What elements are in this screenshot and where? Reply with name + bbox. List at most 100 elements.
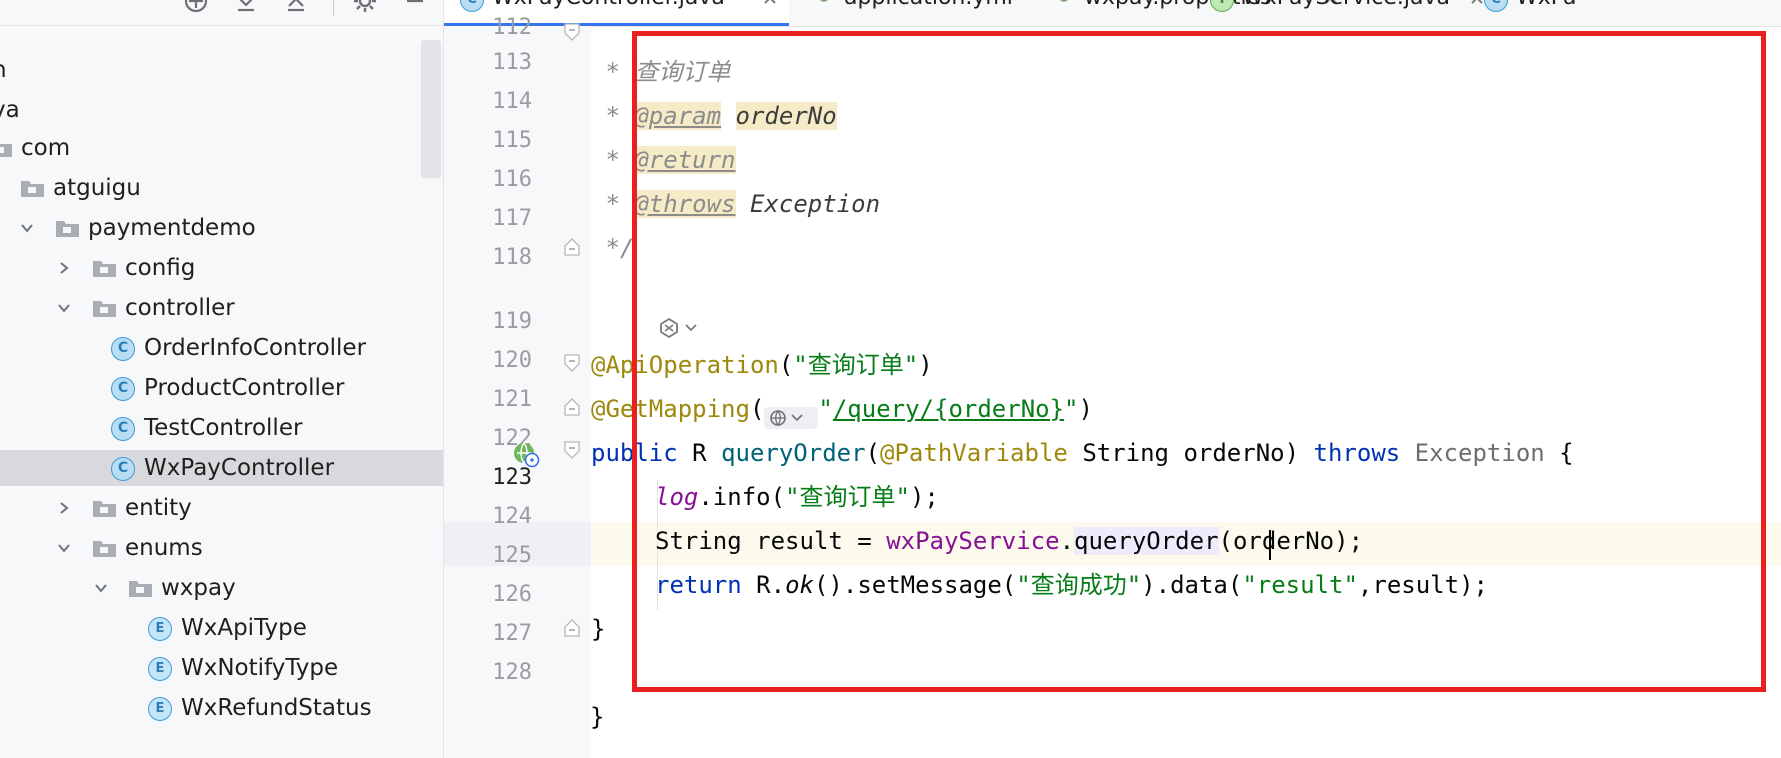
tree-item-wxpay[interactable]: wxpay	[0, 570, 443, 606]
tree-item-wxpaycontroller[interactable]: C WxPayController	[0, 450, 443, 486]
collapse-all-icon[interactable]	[283, 0, 309, 14]
tree-item-label: com	[21, 135, 71, 161]
fold-marker-icon[interactable]	[564, 23, 580, 41]
tree-item-label: enums	[125, 535, 203, 561]
class-icon: C	[111, 457, 135, 481]
folder-icon	[129, 581, 152, 597]
folder-icon	[93, 261, 116, 277]
tree-item-label: config	[125, 255, 196, 281]
chevron-right-icon[interactable]	[57, 501, 71, 515]
tree-item-wxapitype[interactable]: E WxApiType	[0, 610, 443, 646]
class-icon: C	[111, 337, 135, 361]
line-number[interactable]: 117	[444, 197, 532, 241]
fold-end-marker-icon[interactable]	[564, 619, 580, 637]
doc-comment-star: *	[591, 190, 635, 218]
folder-icon	[56, 221, 79, 237]
tab-application-yml[interactable]: ⚙ application.yml	[804, 0, 1064, 26]
locate-icon[interactable]	[183, 0, 209, 14]
chevron-down-icon[interactable]	[57, 301, 71, 315]
folder-icon	[21, 181, 44, 197]
line-number[interactable]: 124	[444, 495, 532, 539]
tree-item-label: TestController	[144, 415, 303, 441]
line-number[interactable]: 126	[444, 573, 532, 617]
tab-label: application.yml	[844, 0, 1013, 12]
brace: }	[591, 615, 606, 643]
gear-icon[interactable]	[352, 0, 378, 14]
fold-marker-icon[interactable]	[564, 354, 580, 372]
tree-item-label: OrderInfoController	[144, 335, 367, 361]
toolbar-separator	[333, 0, 334, 16]
tree-item-label: va	[0, 97, 20, 123]
tree-item-entity[interactable]: entity	[0, 490, 443, 526]
line-number[interactable]: 115	[444, 119, 532, 163]
chevron-right-icon[interactable]	[57, 261, 71, 275]
chevron-down-icon[interactable]	[57, 541, 71, 555]
line-number[interactable]: 121	[444, 378, 532, 422]
code-line-117[interactable]: */	[591, 226, 634, 270]
chevron-down-icon[interactable]	[94, 581, 108, 595]
class-icon: C	[111, 377, 135, 401]
tree-item-orderinfocontroller[interactable]: C OrderInfoController	[0, 330, 443, 366]
class-icon: C	[111, 417, 135, 441]
red-highlight-box	[632, 31, 1766, 692]
tree-item-label: n	[0, 52, 7, 88]
doc-comment-star: *	[591, 146, 635, 174]
tree-item-label: WxRefundStatus	[181, 695, 372, 721]
tab-label: WxPayService.java	[1242, 0, 1450, 12]
code-line-127[interactable]: }	[590, 695, 604, 739]
tree-item-label: controller	[125, 295, 235, 321]
tree-item-wxrefundstatus[interactable]: E WxRefundStatus	[0, 690, 443, 726]
tab-label: WxPa	[1516, 0, 1577, 12]
editor-tabs: C WxPayController.java ⚙ application.yml…	[444, 0, 1781, 27]
tree-item-enums[interactable]: enums	[0, 530, 443, 566]
tree-item-productcontroller[interactable]: C ProductController	[0, 370, 443, 406]
line-number[interactable]: 116	[444, 158, 532, 202]
line-number[interactable]: 128	[444, 651, 532, 695]
close-icon[interactable]	[761, 0, 779, 7]
fold-marker-icon[interactable]	[564, 441, 580, 459]
tree-item-label: wxpay	[161, 575, 236, 601]
fold-end-marker-icon[interactable]	[564, 398, 580, 416]
enum-icon: E	[148, 617, 172, 641]
tree-item-config[interactable]: config	[0, 250, 443, 286]
tree-item-label: paymentdemo	[88, 215, 256, 241]
line-number[interactable]: 125	[444, 534, 532, 578]
tree-item-testcontroller[interactable]: C TestController	[0, 410, 443, 446]
project-toolbar	[0, 0, 443, 26]
project-tree-panel: n vacom atguigu paymentdemo config controller…	[0, 0, 444, 758]
tree-item-label: atguigu	[53, 175, 141, 201]
brace: }	[590, 703, 605, 731]
tree-item-label: entity	[125, 495, 192, 521]
line-number[interactable]: 119	[444, 300, 532, 344]
folder-icon	[93, 541, 116, 557]
tree-item-controller[interactable]: controller	[0, 290, 443, 326]
gear-leaf-icon: ⚙	[812, 0, 836, 12]
tree-item-label: ProductController	[144, 375, 345, 401]
tree-item-com[interactable]: com	[0, 130, 443, 166]
tree-item-n[interactable]: n	[0, 52, 443, 88]
tree-scrollbar[interactable]	[421, 40, 441, 178]
line-number[interactable]: 127	[444, 612, 532, 656]
line-number[interactable]: 113	[444, 41, 532, 85]
tree-item-paymentdemo[interactable]: paymentdemo	[0, 210, 443, 246]
folder-icon	[93, 501, 116, 517]
tree-item-label: WxPayController	[144, 455, 335, 481]
line-number[interactable]: 118	[444, 236, 532, 280]
code-line-125[interactable]: }	[591, 607, 605, 651]
tab-wxpa[interactable]: C WxPa	[1466, 0, 1781, 26]
gear-leaf-icon: ⚙	[1052, 0, 1076, 12]
enum-icon: E	[148, 697, 172, 721]
web-endpoint-icon[interactable]	[512, 440, 540, 468]
tree-item-wxnotifytype[interactable]: E WxNotifyType	[0, 650, 443, 686]
tree-item-va[interactable]: va	[0, 92, 443, 128]
chevron-down-icon[interactable]	[20, 221, 34, 235]
minimize-icon[interactable]	[402, 0, 428, 14]
line-number[interactable]: 120	[444, 339, 532, 383]
fold-end-marker-icon[interactable]	[564, 238, 580, 256]
tree-item-label: WxNotifyType	[181, 655, 339, 681]
class-icon: C	[1484, 0, 1508, 12]
folder-icon	[93, 301, 116, 317]
line-number[interactable]: 114	[444, 80, 532, 124]
tree-item-atguigu[interactable]: atguigu	[0, 170, 443, 206]
expand-all-icon[interactable]	[233, 0, 259, 14]
